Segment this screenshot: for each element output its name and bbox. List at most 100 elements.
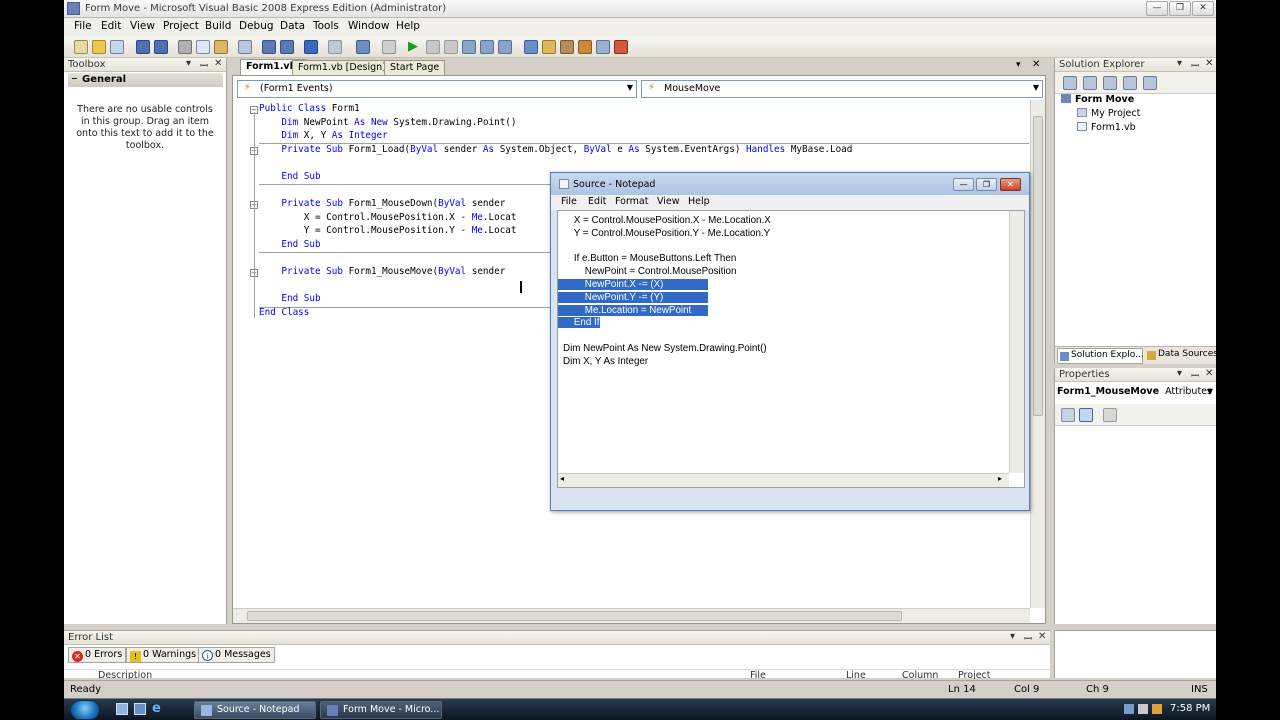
tray-volume-icon[interactable]: [1138, 704, 1148, 714]
toolbox-pin-icon[interactable]: ꟷ: [200, 58, 208, 72]
notepad-window[interactable]: Source - Notepad — ❐ ✕ File Edit Format …: [550, 172, 1030, 511]
close-button[interactable]: ✕: [1192, 1, 1214, 16]
menu-view[interactable]: View: [130, 20, 155, 32]
column-description[interactable]: Description: [98, 670, 152, 679]
notepad-minimize-button[interactable]: —: [953, 178, 974, 191]
menu-data[interactable]: Data: [280, 20, 305, 32]
notepad-line[interactable]: End If: [558, 317, 600, 329]
toolbox-close-icon[interactable]: ✕: [214, 58, 222, 69]
panel-menu-icon[interactable]: ▾: [1177, 368, 1182, 379]
code-line[interactable]: End Class: [259, 307, 309, 318]
undo-icon[interactable]: [304, 40, 318, 54]
notepad-menu-edit[interactable]: Edit: [588, 196, 606, 207]
code-line[interactable]: X = Control.MousePosition.X - Me.Locat: [259, 212, 517, 223]
editor-vertical-scrollbar[interactable]: [1030, 100, 1045, 608]
taskbar-vb[interactable]: Form Move - Micro...: [320, 701, 442, 719]
pin-icon[interactable]: ꟷ: [1191, 58, 1199, 72]
show-all-files-icon[interactable]: [1083, 76, 1097, 90]
notepad-title-bar[interactable]: Source - Notepad — ❐ ✕: [551, 173, 1029, 195]
cut-icon[interactable]: [178, 40, 192, 54]
menu-tools[interactable]: Tools: [313, 20, 339, 32]
save-all-icon[interactable]: [154, 40, 168, 54]
internet-explorer-icon[interactable]: e: [152, 701, 166, 717]
start-button[interactable]: [70, 700, 100, 720]
menu-file[interactable]: File: [74, 20, 92, 32]
code-line[interactable]: Private Sub Form1_MouseDown(ByVal sender: [259, 198, 511, 209]
code-line[interactable]: Private Sub Form1_Load(ByVal sender As S…: [259, 144, 852, 155]
notepad-menu-view[interactable]: View: [657, 196, 680, 207]
notepad-line[interactable]: X = Control.MousePosition.X - Me.Locatio…: [563, 215, 771, 226]
tab-solution-explorer[interactable]: Solution Explo...: [1057, 348, 1144, 364]
column-project[interactable]: Project: [958, 670, 991, 679]
show-desktop-icon[interactable]: [116, 703, 128, 715]
scroll-right-icon[interactable]: ▸: [998, 474, 1002, 483]
pin-icon[interactable]: ꟷ: [1024, 631, 1032, 645]
tray-app-icon[interactable]: [1152, 704, 1162, 714]
errors-filter-button[interactable]: ✕ 0 Errors: [68, 647, 127, 663]
data-sources-icon[interactable]: [596, 40, 610, 54]
redo-icon[interactable]: [328, 40, 342, 54]
code-line[interactable]: Private Sub Form1_MouseMove(ByVal sender: [259, 266, 511, 277]
code-line[interactable]: Dim X, Y As Integer: [259, 130, 387, 141]
notepad-line[interactable]: Y = Control.MousePosition.Y - Me.Locatio…: [563, 228, 771, 239]
tray-network-icon[interactable]: [1124, 704, 1134, 714]
notepad-menu-help[interactable]: Help: [688, 196, 710, 207]
new-project-icon[interactable]: [74, 40, 88, 54]
pin-icon[interactable]: ꟷ: [1191, 368, 1199, 382]
toolbox-icon[interactable]: [578, 40, 592, 54]
categorized-icon[interactable]: [1061, 408, 1075, 422]
method-name-combo[interactable]: ⚡ MouseMove ▼: [641, 80, 1043, 98]
refresh-icon[interactable]: [1103, 76, 1117, 90]
alphabetical-icon[interactable]: [1079, 408, 1093, 422]
step-out-icon[interactable]: [498, 40, 512, 54]
property-pages-icon[interactable]: [1103, 408, 1117, 422]
notepad-menu-format[interactable]: Format: [615, 196, 648, 207]
tab-dropdown-icon[interactable]: ▾: [1016, 60, 1021, 70]
code-line[interactable]: Public Class Form1: [259, 103, 360, 114]
notepad-line[interactable]: NewPoint = Control.MousePosition: [563, 266, 737, 277]
step-over-icon[interactable]: [480, 40, 494, 54]
notepad-text-area[interactable]: ◂ ▸ X = Control.MousePosition.X - Me.Loc…: [557, 210, 1025, 488]
taskbar-clock[interactable]: 7:58 PM: [1170, 703, 1210, 714]
notepad-line[interactable]: Dim X, Y As Integer: [563, 356, 648, 367]
step-into-icon[interactable]: [462, 40, 476, 54]
messages-filter-button[interactable]: i0 Messages: [198, 647, 275, 663]
title-bar[interactable]: Form Move - Microsoft Visual Basic 2008 …: [64, 0, 1216, 18]
menu-help[interactable]: Help: [396, 20, 420, 32]
add-item-icon[interactable]: [110, 40, 124, 54]
tab-form1-design[interactable]: Form1.vb [Design]*: [292, 60, 397, 75]
notepad-menu-file[interactable]: File: [561, 196, 577, 207]
open-icon[interactable]: [92, 40, 106, 54]
close-icon[interactable]: ✕: [1205, 58, 1213, 69]
editor-horizontal-scrollbar[interactable]: [233, 608, 1030, 623]
close-icon[interactable]: ✕: [1205, 368, 1213, 379]
copy-icon[interactable]: [196, 40, 210, 54]
notepad-horizontal-scrollbar[interactable]: ◂ ▸: [558, 473, 1009, 487]
find-icon[interactable]: [238, 40, 252, 54]
menu-debug[interactable]: Debug: [239, 20, 274, 32]
comment-icon[interactable]: [262, 40, 276, 54]
paste-icon[interactable]: [214, 40, 228, 54]
tree-item-form1[interactable]: Form1.vb: [1077, 122, 1136, 133]
solution-explorer-icon[interactable]: [524, 40, 538, 54]
code-line[interactable]: End Sub: [259, 239, 320, 250]
notepad-line[interactable]: NewPoint.Y -= (Y): [558, 291, 708, 303]
tab-start-page[interactable]: Start Page: [384, 60, 446, 75]
notepad-vertical-scrollbar[interactable]: [1009, 211, 1024, 473]
start-page-icon[interactable]: [614, 40, 628, 54]
notepad-line[interactable]: NewPoint.X -= (X): [558, 279, 708, 290]
close-icon[interactable]: ✕: [1038, 631, 1046, 642]
menu-edit[interactable]: Edit: [101, 20, 121, 32]
warnings-filter-button[interactable]: ! 0 Warnings: [126, 647, 201, 663]
switch-windows-icon[interactable]: [134, 703, 146, 715]
start-debugging-icon[interactable]: ▶: [408, 40, 422, 54]
notepad-close-button[interactable]: ✕: [1000, 178, 1021, 191]
stop-icon[interactable]: [444, 40, 458, 54]
menu-window[interactable]: Window: [348, 20, 389, 32]
code-line[interactable]: End Sub: [259, 293, 320, 304]
menu-build[interactable]: Build: [205, 20, 231, 32]
view-designer-icon[interactable]: [1143, 76, 1157, 90]
maximize-button[interactable]: ❐: [1169, 1, 1191, 16]
uncomment-icon[interactable]: [280, 40, 294, 54]
navigate-icon[interactable]: [356, 40, 370, 54]
